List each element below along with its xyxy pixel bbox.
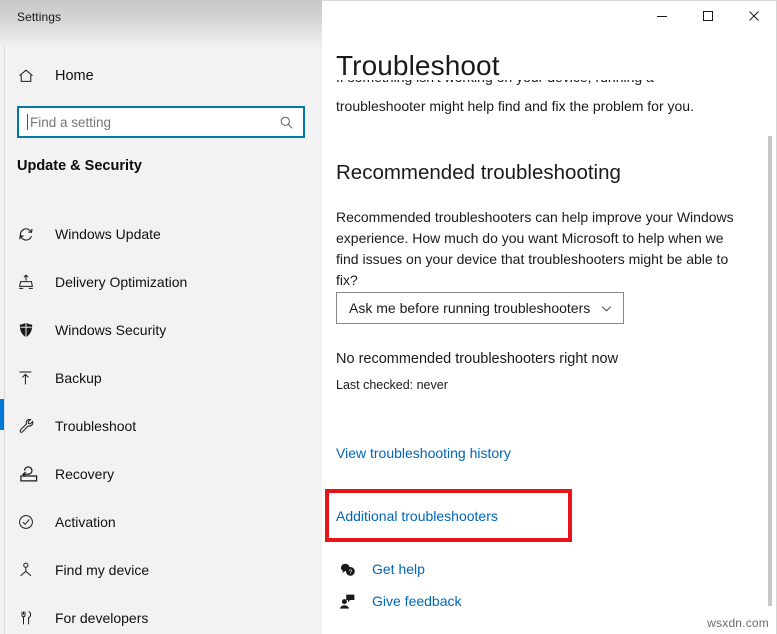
sidebar-item-label: Activation	[55, 514, 116, 530]
window-controls	[639, 0, 777, 32]
chevron-down-icon	[600, 302, 613, 315]
sidebar-item-label: Troubleshoot	[55, 418, 137, 434]
sidebar-item-troubleshoot[interactable]: Troubleshoot	[0, 402, 322, 450]
sidebar-item-label: Delivery Optimization	[55, 274, 188, 290]
search-input[interactable]: Find a setting	[17, 106, 305, 138]
last-checked-text: Last checked: never	[336, 378, 448, 392]
sidebar-item-label: Recovery	[55, 466, 115, 482]
maximize-button[interactable]	[685, 0, 731, 32]
get-help-label: Get help	[372, 561, 425, 577]
sidebar-item-delivery-optimization[interactable]: Delivery Optimization	[0, 258, 322, 306]
maximize-icon	[703, 11, 713, 21]
sidebar-item-activation[interactable]: Activation	[0, 498, 322, 546]
recommended-troubleshooting-dropdown[interactable]: Ask me before running troubleshooters	[336, 292, 624, 324]
home-icon	[17, 66, 39, 86]
settings-window: Settings Home Find a setting Update & Se…	[0, 0, 777, 634]
scroll-content: If something isn't working on your devic…	[322, 38, 777, 634]
additional-troubleshooters-link[interactable]: Additional troubleshooters	[336, 508, 498, 524]
minimize-icon	[657, 16, 667, 17]
view-troubleshooting-history-link[interactable]: View troubleshooting history	[336, 445, 511, 461]
question-bubble-icon: ?	[336, 559, 358, 579]
watermark: wsxdn.com	[707, 616, 769, 630]
main-scrollbar-thumb[interactable]	[768, 136, 772, 606]
recovery-icon	[20, 466, 38, 482]
get-help-link[interactable]: ? Get help	[336, 559, 425, 579]
search-placeholder: Find a setting	[30, 114, 112, 130]
main-content-pane: If something isn't working on your devic…	[322, 0, 777, 634]
status-text: No recommended troubleshooters right now	[336, 351, 619, 367]
search-icon[interactable]	[279, 115, 294, 130]
section-heading-recommended: Recommended troubleshooting	[336, 161, 621, 184]
sidebar-item-windows-update[interactable]: Windows Update	[0, 210, 322, 258]
minimize-button[interactable]	[639, 0, 685, 32]
upload-arrow-icon	[17, 367, 41, 389]
shield-icon	[17, 319, 41, 341]
sidebar-item-label: Windows Security	[55, 322, 167, 338]
sidebar-item-find-my-device[interactable]: Find my device	[0, 546, 322, 594]
sidebar-item-label: For developers	[55, 610, 149, 626]
window-title: Settings	[17, 10, 62, 24]
sidebar-section-title: Update & Security	[17, 158, 142, 174]
sidebar-nav-list: Windows Update Delivery Optimization Win…	[0, 210, 322, 634]
sidebar-item-home[interactable]: Home	[0, 60, 322, 92]
svg-text:?: ?	[348, 569, 352, 576]
wrench-icon	[17, 415, 41, 437]
delivery-upload-icon	[17, 271, 41, 293]
sidebar-item-label: Find my device	[55, 562, 150, 578]
intro-paragraph: troubleshooter might help find and fix t…	[336, 98, 694, 114]
sidebar-item-backup[interactable]: Backup	[0, 354, 322, 402]
page-title: Troubleshoot	[336, 50, 500, 81]
sync-refresh-icon	[17, 223, 41, 245]
check-circle-icon	[17, 511, 41, 533]
sidebar: Settings Home Find a setting Update & Se…	[0, 0, 322, 634]
sidebar-item-home-label: Home	[55, 68, 94, 84]
give-feedback-label: Give feedback	[372, 593, 462, 609]
dropdown-selected-value: Ask me before running troubleshooters	[349, 300, 591, 316]
sidebar-item-windows-security[interactable]: Windows Security	[0, 306, 322, 354]
locate-person-icon	[17, 559, 41, 581]
sidebar-item-recovery[interactable]: Recovery	[0, 450, 322, 498]
feedback-person-icon	[336, 591, 358, 611]
text-caret	[27, 114, 28, 130]
close-icon	[749, 11, 759, 21]
sidebar-item-label: Windows Update	[55, 226, 161, 242]
sidebar-item-for-developers[interactable]: For developers	[0, 594, 322, 634]
give-feedback-link[interactable]: Give feedback	[336, 591, 462, 611]
sidebar-item-label: Backup	[55, 370, 102, 386]
close-button[interactable]	[731, 0, 777, 32]
tools-icon	[17, 607, 41, 629]
recommended-description: Recommended troubleshooters can help imp…	[336, 209, 734, 288]
